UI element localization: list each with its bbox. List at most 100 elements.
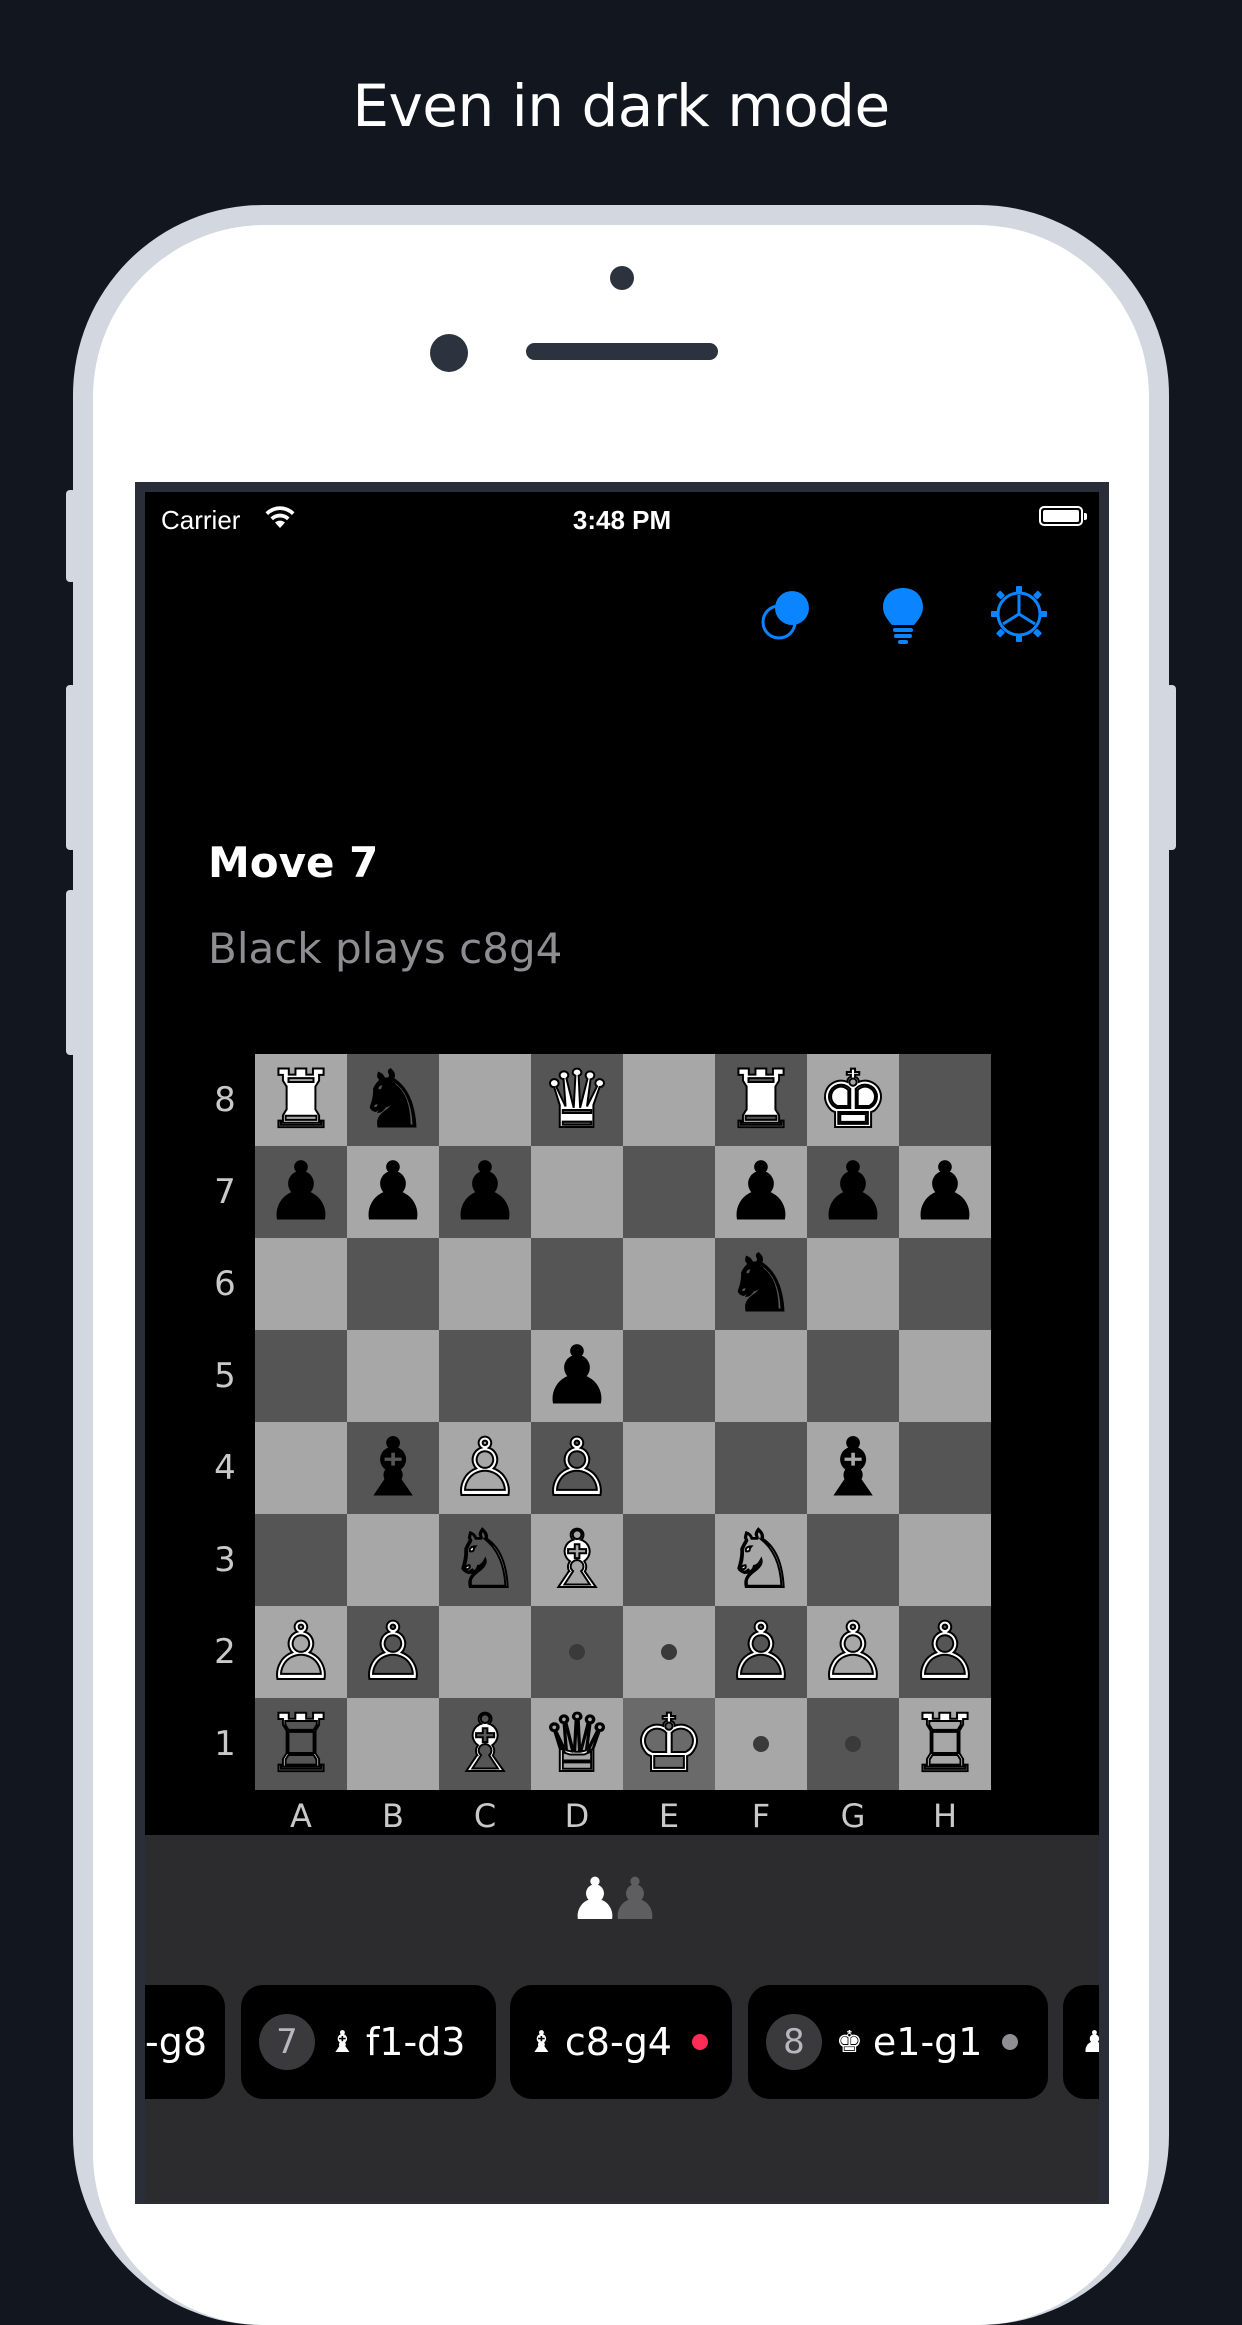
square-b6[interactable] bbox=[347, 1238, 439, 1330]
piece-d3[interactable]: ♗ bbox=[540, 1513, 614, 1607]
piece-c3[interactable]: ♘ bbox=[448, 1513, 522, 1607]
square-h6[interactable] bbox=[899, 1238, 991, 1330]
square-b7[interactable]: ♟ bbox=[347, 1145, 439, 1238]
square-b4[interactable]: ♝ bbox=[347, 1421, 439, 1514]
square-h5[interactable] bbox=[899, 1330, 991, 1422]
square-f1[interactable] bbox=[715, 1698, 807, 1790]
square-c4[interactable]: ♙ bbox=[439, 1421, 531, 1515]
square-a4[interactable] bbox=[255, 1422, 347, 1514]
square-c8[interactable] bbox=[439, 1054, 531, 1146]
square-h1[interactable]: ♖ bbox=[899, 1697, 991, 1791]
square-c1[interactable]: ♗ bbox=[439, 1697, 531, 1791]
square-g1[interactable] bbox=[807, 1698, 899, 1790]
square-c2[interactable] bbox=[439, 1606, 531, 1698]
piece-f7[interactable]: ♟ bbox=[725, 1145, 798, 1238]
square-f3[interactable]: ♘ bbox=[715, 1513, 807, 1607]
piece-g7[interactable]: ♟ bbox=[817, 1145, 890, 1238]
square-f4[interactable] bbox=[715, 1422, 807, 1514]
piece-f3[interactable]: ♘ bbox=[724, 1513, 798, 1607]
square-d5[interactable]: ♟ bbox=[531, 1329, 623, 1422]
piece-b7[interactable]: ♟ bbox=[357, 1145, 430, 1238]
piece-f8[interactable]: ♜ bbox=[724, 1053, 798, 1147]
piece-g2[interactable]: ♙ bbox=[816, 1605, 890, 1699]
square-h7[interactable]: ♟ bbox=[899, 1145, 991, 1238]
square-a1[interactable]: ♖ bbox=[255, 1697, 347, 1791]
square-b8[interactable]: ♞ bbox=[347, 1053, 439, 1146]
square-g7[interactable]: ♟ bbox=[807, 1145, 899, 1238]
square-c3[interactable]: ♘ bbox=[439, 1513, 531, 1607]
move-chip[interactable]: 7 ♝ f1-d3 bbox=[241, 1985, 496, 2099]
piece-f2[interactable]: ♙ bbox=[724, 1605, 798, 1699]
square-b2[interactable]: ♙ bbox=[347, 1605, 439, 1699]
piece-d4[interactable]: ♙ bbox=[540, 1421, 614, 1515]
square-e2[interactable] bbox=[623, 1606, 715, 1698]
piece-d1[interactable]: ♕ bbox=[540, 1697, 614, 1791]
square-g4[interactable]: ♝ bbox=[807, 1421, 899, 1514]
square-a2[interactable]: ♙ bbox=[255, 1605, 347, 1699]
piece-a2[interactable]: ♙ bbox=[264, 1605, 338, 1699]
compare-icon[interactable] bbox=[757, 584, 817, 644]
piece-d5[interactable]: ♟ bbox=[541, 1329, 614, 1422]
square-f6[interactable]: ♞ bbox=[715, 1237, 807, 1330]
square-b5[interactable] bbox=[347, 1330, 439, 1422]
square-e3[interactable] bbox=[623, 1514, 715, 1606]
move-hint-dot[interactable] bbox=[753, 1736, 769, 1752]
square-e7[interactable] bbox=[623, 1146, 715, 1238]
piece-c7[interactable]: ♟ bbox=[449, 1145, 522, 1238]
piece-e1[interactable]: ♔ bbox=[632, 1697, 706, 1791]
move-chip[interactable]: ♟ bbox=[1063, 1985, 1099, 2099]
square-h2[interactable]: ♙ bbox=[899, 1605, 991, 1699]
square-e6[interactable] bbox=[623, 1238, 715, 1330]
piece-h1[interactable]: ♖ bbox=[908, 1697, 982, 1791]
square-c5[interactable] bbox=[439, 1330, 531, 1422]
square-d6[interactable] bbox=[531, 1238, 623, 1330]
square-f7[interactable]: ♟ bbox=[715, 1145, 807, 1238]
square-c6[interactable] bbox=[439, 1238, 531, 1330]
square-a6[interactable] bbox=[255, 1238, 347, 1330]
piece-h7[interactable]: ♟ bbox=[909, 1145, 982, 1238]
piece-g8[interactable]: ♚ bbox=[816, 1053, 890, 1147]
square-g6[interactable] bbox=[807, 1238, 899, 1330]
square-f5[interactable] bbox=[715, 1330, 807, 1422]
move-hint-dot[interactable] bbox=[569, 1644, 585, 1660]
square-e1[interactable]: ♔ bbox=[623, 1697, 715, 1791]
square-e4[interactable] bbox=[623, 1422, 715, 1514]
piece-h2[interactable]: ♙ bbox=[908, 1605, 982, 1699]
square-a5[interactable] bbox=[255, 1330, 347, 1422]
square-g2[interactable]: ♙ bbox=[807, 1605, 899, 1699]
move-hint-dot[interactable] bbox=[845, 1736, 861, 1752]
square-e8[interactable] bbox=[623, 1054, 715, 1146]
square-f8[interactable]: ♜ bbox=[715, 1053, 807, 1147]
square-h8[interactable] bbox=[899, 1054, 991, 1146]
move-chip[interactable]: 8 ♚ e1-g1 bbox=[748, 1985, 1048, 2099]
square-a3[interactable] bbox=[255, 1514, 347, 1606]
piece-b8[interactable]: ♞ bbox=[357, 1053, 430, 1146]
gear-icon[interactable] bbox=[989, 584, 1049, 644]
square-d4[interactable]: ♙ bbox=[531, 1421, 623, 1515]
square-e5[interactable] bbox=[623, 1330, 715, 1422]
square-a8[interactable]: ♜ bbox=[255, 1053, 347, 1147]
piece-a8[interactable]: ♜ bbox=[264, 1053, 338, 1147]
square-b3[interactable] bbox=[347, 1514, 439, 1606]
square-d8[interactable]: ♛ bbox=[531, 1053, 623, 1147]
piece-c4[interactable]: ♙ bbox=[448, 1421, 522, 1515]
square-d1[interactable]: ♕ bbox=[531, 1697, 623, 1791]
piece-a7[interactable]: ♟ bbox=[265, 1145, 338, 1238]
square-h3[interactable] bbox=[899, 1514, 991, 1606]
lightbulb-icon[interactable] bbox=[873, 584, 933, 644]
piece-a1[interactable]: ♖ bbox=[264, 1697, 338, 1791]
square-g5[interactable] bbox=[807, 1330, 899, 1422]
square-a7[interactable]: ♟ bbox=[255, 1145, 347, 1238]
chess-board[interactable]: ♜ ♞ ♛ ♜ ♚ ♟ ♟ ♟ ♟ ♟ ♟ ♞ ♟ ♝ ♙ ♙ ♝ ♘ ♗ ♘ ♙ ♙ ♙ ♙ ♙ ♖ ♗ ♕ ♔ ♖ bbox=[255, 1053, 991, 1791]
square-b1[interactable] bbox=[347, 1698, 439, 1790]
move-chip[interactable]: ♝ c8-g4 bbox=[510, 1985, 732, 2099]
square-d3[interactable]: ♗ bbox=[531, 1513, 623, 1607]
square-f2[interactable]: ♙ bbox=[715, 1605, 807, 1699]
move-chip[interactable]: -g8 bbox=[145, 1985, 225, 2099]
piece-d8[interactable]: ♛ bbox=[540, 1053, 614, 1147]
piece-f6[interactable]: ♞ bbox=[725, 1237, 798, 1330]
square-g3[interactable] bbox=[807, 1514, 899, 1606]
square-d2[interactable] bbox=[531, 1606, 623, 1698]
piece-c1[interactable]: ♗ bbox=[448, 1697, 522, 1791]
square-c7[interactable]: ♟ bbox=[439, 1145, 531, 1238]
